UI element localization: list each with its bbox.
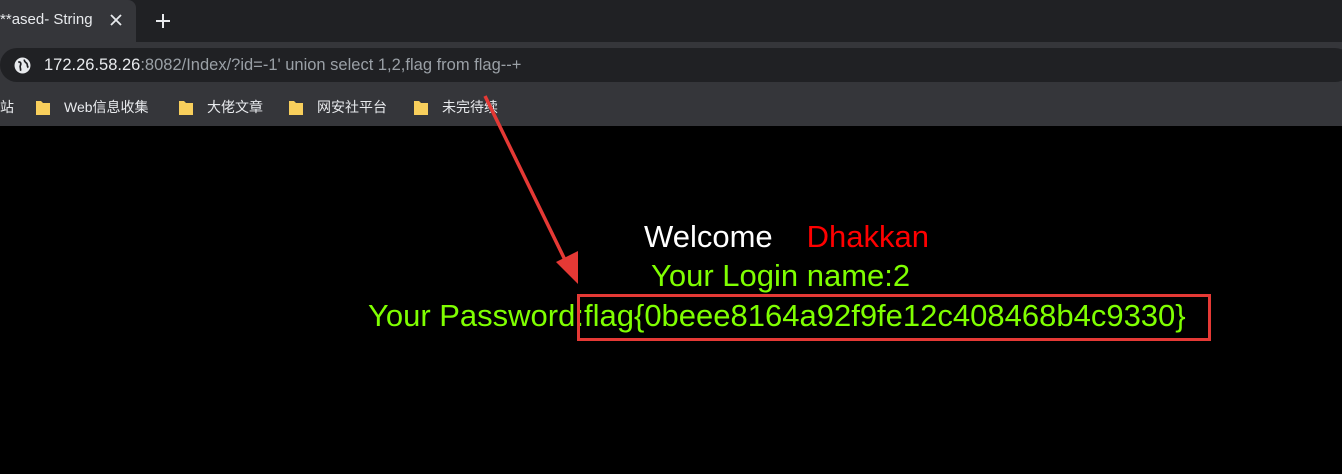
- url-text[interactable]: 172.26.58.26:8082/Index/?id=-1' union se…: [44, 56, 521, 75]
- highlight-box: [577, 294, 1211, 341]
- folder-icon: [289, 101, 303, 115]
- password-label: Your Password:: [368, 298, 584, 333]
- folder-icon: [179, 101, 193, 115]
- folder-icon: [414, 101, 428, 115]
- bookmark-item[interactable]: 网安社平台: [289, 97, 387, 117]
- bookmark-item[interactable]: Web信息收集: [36, 97, 149, 117]
- bookmark-label: Web信息收集: [64, 99, 149, 115]
- close-icon[interactable]: [108, 12, 124, 28]
- bookmark-label: 网安社平台: [317, 99, 387, 115]
- bookmark-label: 站: [0, 99, 14, 115]
- address-bar[interactable]: 172.26.58.26:8082/Index/?id=-1' union se…: [0, 48, 1342, 82]
- bookmark-item[interactable]: 站: [0, 97, 14, 117]
- tab-title: ased- String**: [0, 11, 93, 28]
- bookmark-label: 未完待续: [442, 99, 498, 115]
- login-name-line: Your Login name:2: [651, 258, 911, 293]
- globe-icon[interactable]: [14, 57, 31, 74]
- bookmark-item[interactable]: 大佬文章: [179, 97, 263, 117]
- url-host: 172.26.58.26: [44, 56, 141, 74]
- welcome-line: Welcome Dhakkan: [644, 219, 929, 255]
- url-path: :8082/Index/?id=-1' union select 1,2,fla…: [140, 56, 522, 74]
- bookmark-item[interactable]: 未完待续: [414, 97, 498, 117]
- user-name: Dhakkan: [806, 219, 929, 254]
- folder-icon: [36, 101, 50, 115]
- welcome-text: Welcome: [644, 219, 773, 254]
- bookmark-label: 大佬文章: [207, 99, 263, 115]
- browser-tab[interactable]: ased- String**: [0, 0, 136, 42]
- browser-toolbar: 172.26.58.26:8082/Index/?id=-1' union se…: [0, 42, 1342, 88]
- tab-strip: ased- String**: [0, 0, 1342, 42]
- bookmarks-bar: 站 Web信息收集 大佬文章 网安社平台 未完待续: [0, 88, 1342, 126]
- plus-icon[interactable]: [154, 12, 172, 30]
- page-content: Welcome Dhakkan Your Login name:2 Your Pa…: [0, 126, 1342, 474]
